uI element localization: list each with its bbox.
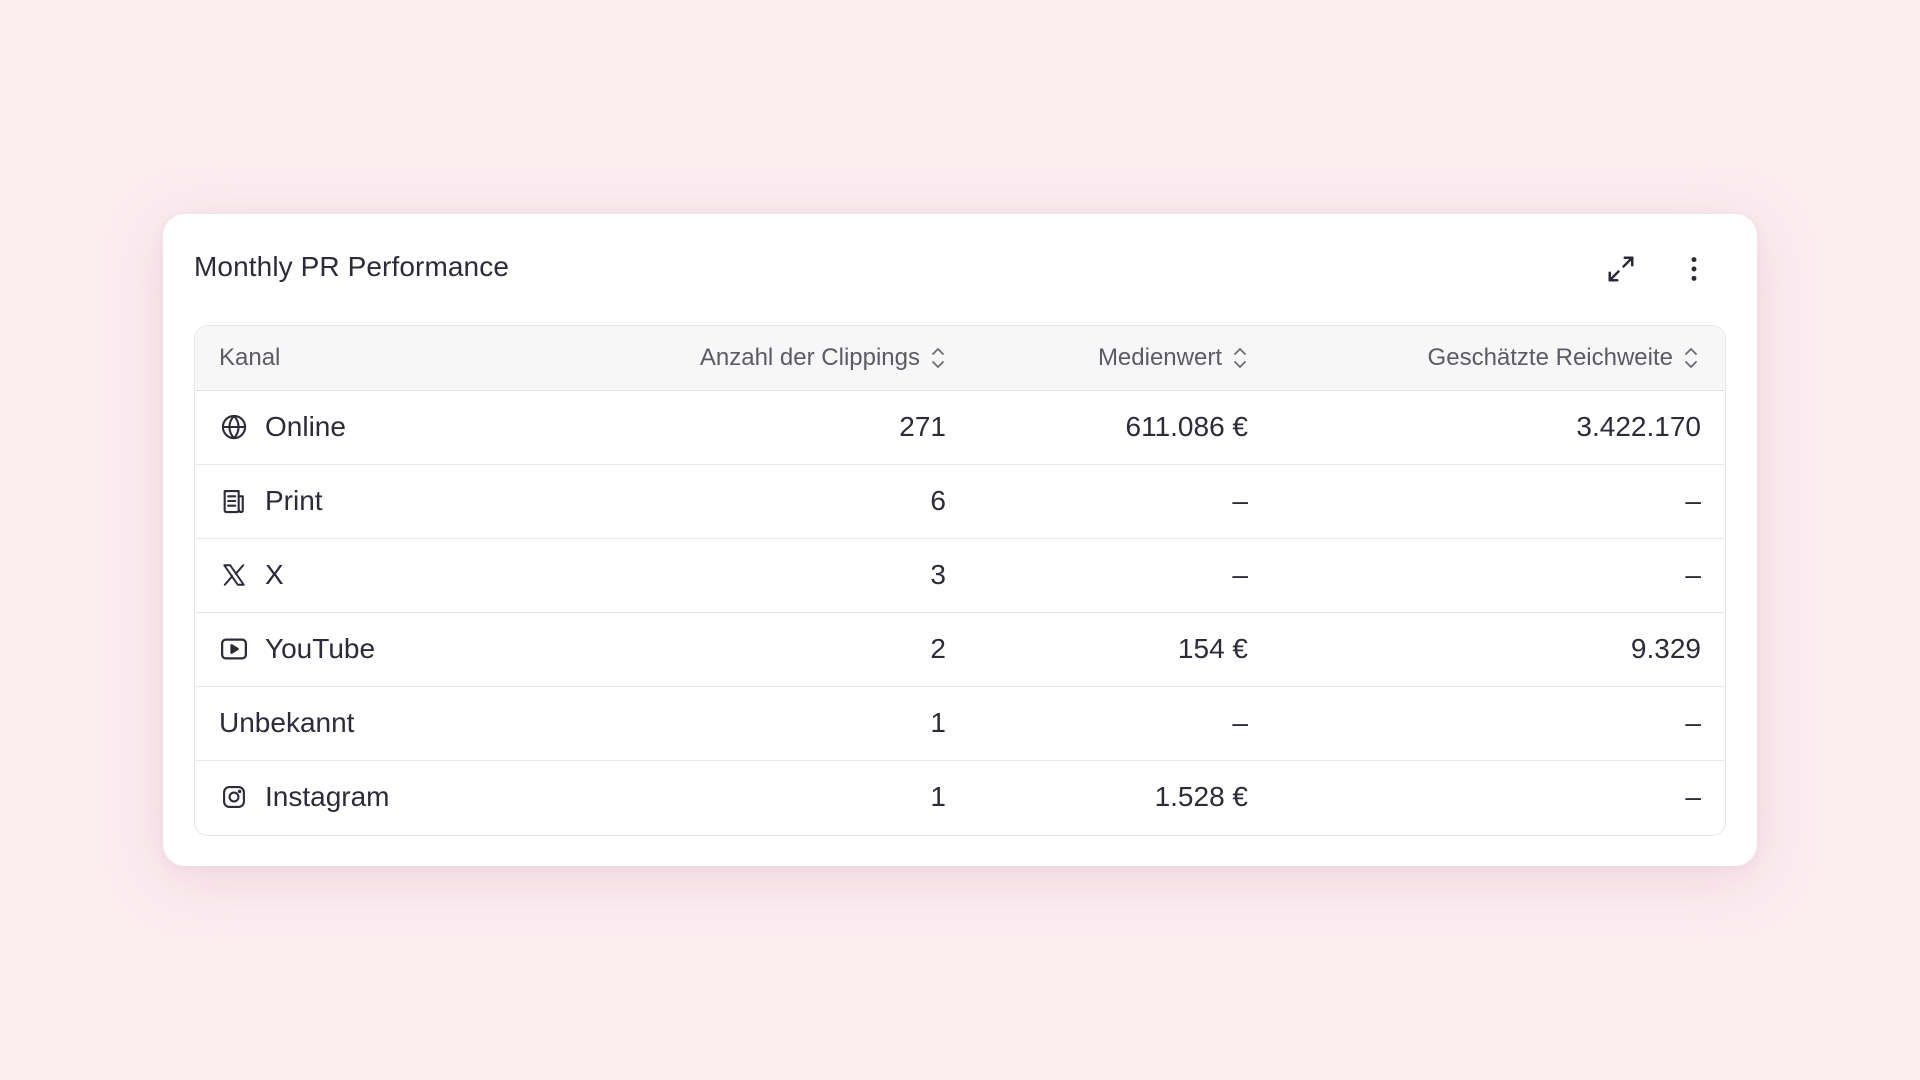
cell-kanal: YouTube (195, 612, 559, 686)
cell-reichweite: – (1685, 781, 1701, 813)
more-options-button[interactable] (1672, 247, 1716, 291)
sort-icon (1234, 347, 1246, 368)
x-logo-icon (219, 560, 249, 590)
channel-label: YouTube (265, 633, 376, 664)
cell-kanal: Online (195, 390, 559, 464)
channel-label: Print (265, 485, 323, 516)
channel-label: Online (265, 411, 346, 442)
column-header-label: Geschätzte Reichweite (1427, 343, 1673, 371)
globe-icon (219, 412, 249, 442)
column-header-label: Medienwert (1097, 343, 1222, 371)
youtube-icon (219, 634, 249, 664)
cell-reichweite: – (1685, 707, 1701, 738)
cell-kanal: Unbekannt (195, 686, 559, 760)
channel-label: Unbekannt (219, 707, 355, 738)
more-vertical-icon (1691, 257, 1697, 281)
channel-label: X (265, 559, 284, 590)
column-header-label: Anzahl der Clippings (699, 343, 920, 371)
table-row: YouTube 2 154 € 9.329 (195, 612, 1725, 686)
table-row: Instagram 1 1.528 € – (195, 760, 1725, 834)
card-title: Monthly PR Performance (194, 251, 509, 282)
cell-medienwert: 1.528 € (1154, 781, 1248, 813)
sort-icon (1685, 347, 1697, 368)
cell-kanal: Print (195, 464, 559, 538)
instagram-icon (219, 782, 249, 812)
column-header-label: Kanal (219, 343, 281, 371)
column-header-medienwert[interactable]: Medienwert (946, 326, 1248, 391)
cell-clippings: 3 (930, 559, 946, 590)
cell-reichweite: – (1685, 559, 1701, 590)
sort-icon (932, 347, 944, 368)
performance-table: Kanal Anzahl der Clippings Medienwert Ge… (194, 325, 1726, 836)
cell-clippings: 1 (930, 707, 946, 738)
cell-medienwert: – (1232, 485, 1248, 516)
expand-icon (1608, 256, 1634, 282)
cell-medienwert: – (1232, 707, 1248, 738)
expand-button[interactable] (1599, 247, 1643, 291)
cell-reichweite: – (1685, 485, 1701, 516)
table-row: Online 271 611.086 € 3.422.170 (195, 390, 1725, 464)
table-row: Print 6 – – (195, 464, 1725, 538)
channel-label: Instagram (265, 781, 390, 813)
cell-kanal: X (195, 538, 559, 612)
cell-reichweite: 9.329 (1630, 633, 1701, 664)
cell-medienwert: 611.086 € (1125, 411, 1249, 442)
cell-medienwert: 154 € (1177, 633, 1248, 664)
cell-reichweite: 3.422.170 (1576, 411, 1701, 442)
cell-clippings: 6 (930, 485, 946, 516)
column-header-clippings[interactable]: Anzahl der Clippings (559, 326, 946, 391)
column-header-kanal: Kanal (195, 326, 559, 391)
newspaper-icon (219, 486, 249, 516)
pr-performance-card: Monthly PR Performance Kanal Anzahl der … (163, 214, 1757, 866)
column-header-reichweite[interactable]: Geschätzte Reichweite (1248, 326, 1725, 391)
cell-clippings: 2 (930, 633, 946, 664)
cell-kanal: Instagram (195, 760, 559, 834)
table-row: X 3 – – (195, 538, 1725, 612)
table-row: Unbekannt 1 – – (195, 686, 1725, 760)
cell-medienwert: – (1232, 559, 1248, 590)
cell-clippings: 271 (899, 411, 946, 442)
cell-clippings: 1 (930, 781, 946, 813)
table-header-row: Kanal Anzahl der Clippings Medienwert Ge… (195, 326, 1725, 391)
